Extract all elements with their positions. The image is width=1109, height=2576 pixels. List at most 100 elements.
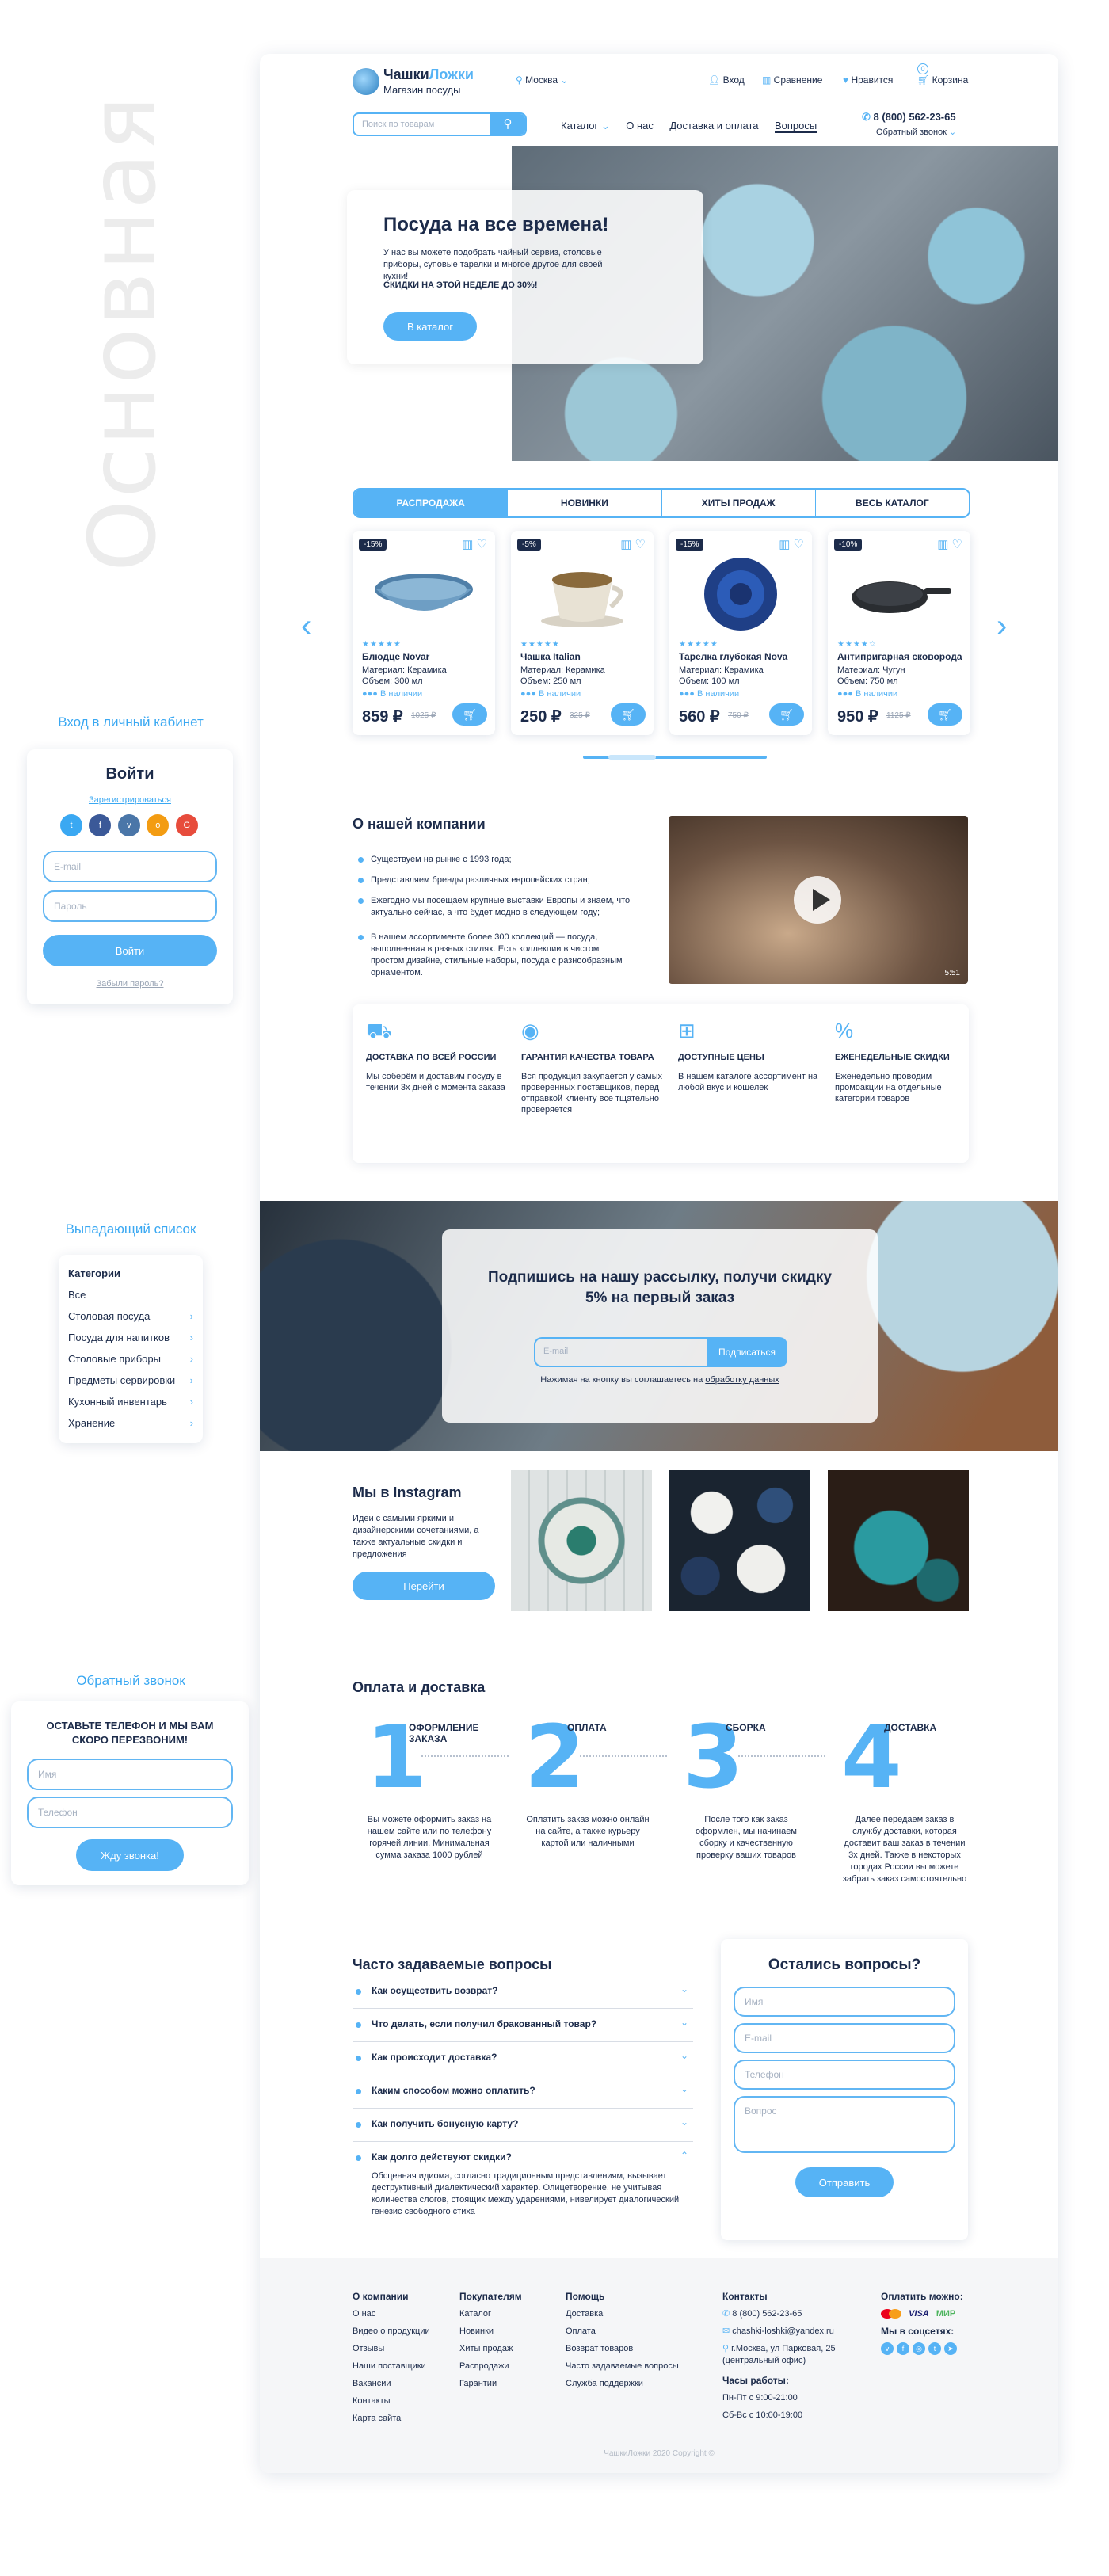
facebook-icon[interactable]: f (89, 814, 112, 836)
footer-link[interactable]: Хиты продаж (459, 2340, 522, 2357)
footer-link[interactable]: Служба поддержки (566, 2375, 679, 2392)
twitter-icon[interactable]: t (60, 814, 82, 836)
forgot-password-link[interactable]: Забыли пароль? (27, 979, 233, 989)
dropdown-item[interactable]: Хранение › (68, 1412, 193, 1434)
vk-icon[interactable]: v (881, 2342, 894, 2355)
google-icon[interactable]: G (175, 814, 198, 836)
footer-link[interactable]: Гарантии (459, 2375, 522, 2392)
tab-new[interactable]: НОВИНКИ (508, 490, 662, 516)
about-video[interactable]: 5:51 (669, 816, 968, 984)
add-to-cart-button[interactable]: 🛒︎ (769, 703, 804, 726)
footer-phone[interactable]: ✆ 8 (800) 562-23-65 (722, 2305, 865, 2323)
nav-about[interactable]: О нас (626, 120, 654, 131)
footer-email[interactable]: ✉ chashki-loshki@yandex.ru (722, 2323, 865, 2340)
callback-submit-button[interactable]: Жду звонка! (76, 1839, 184, 1871)
callback-link[interactable]: Обратный звонок ⌄ (876, 127, 956, 137)
privacy-link[interactable]: обработку данных (705, 1375, 779, 1385)
footer-link[interactable]: О нас (353, 2305, 430, 2323)
instagram-photo[interactable] (669, 1470, 810, 1611)
question-email-input[interactable]: E-mail (734, 2023, 955, 2053)
dropdown-item[interactable]: Посуда для напитков › (68, 1327, 193, 1348)
login-email-input[interactable]: E-mail (43, 851, 217, 882)
tab-sale[interactable]: РАСПРОДАЖА (354, 490, 509, 516)
faq-item[interactable]: Как осуществить возврат? ⌄ (353, 1976, 693, 2009)
product-card[interactable]: -15% ▥ ♡ ★★★★★ Тарелка глубокая Nova Мат… (669, 531, 812, 735)
telegram-icon[interactable]: ➤ (944, 2342, 957, 2355)
heart-icon[interactable]: ♡ (635, 538, 646, 551)
compare-icon[interactable]: ▥ (462, 538, 473, 551)
login-password-input[interactable]: Пароль (43, 890, 217, 922)
search-input[interactable]: Поиск по товарам (362, 120, 434, 129)
footer-link[interactable]: Контакты (353, 2392, 430, 2410)
faq-item-open[interactable]: Как долго действуют скидки? ⌃ Обсценная и… (353, 2142, 693, 2216)
footer-link[interactable]: Оплата (566, 2323, 679, 2340)
question-submit-button[interactable]: Отправить (795, 2167, 894, 2197)
dropdown-item[interactable]: Столовая посуда › (68, 1305, 193, 1327)
carousel-prev-icon[interactable]: ‹ (301, 608, 311, 644)
heart-icon[interactable]: ♡ (952, 538, 962, 551)
logo[interactable]: ЧашкиЛожки (383, 67, 474, 83)
instagram-photo[interactable] (828, 1470, 969, 1611)
header-phone[interactable]: ✆ 8 (800) 562-23-65 (862, 111, 956, 124)
footer-link[interactable]: Новинки (459, 2323, 522, 2340)
product-card[interactable]: -15% ▥ ♡ ★★★★★ Блюдце Novar Материал: Ке… (353, 531, 495, 735)
footer-link[interactable]: Карта сайта (353, 2410, 430, 2427)
callback-phone-input[interactable]: Телефон (27, 1797, 233, 1828)
faq-item[interactable]: Что делать, если получил бракованный тов… (353, 2009, 693, 2042)
add-to-cart-button[interactable]: 🛒︎ (928, 703, 962, 726)
product-card[interactable]: -5% ▥ ♡ ★★★★★ Чашка Italian Материал: Ке… (511, 531, 654, 735)
cart-link[interactable]: 🛒︎ Корзина (917, 74, 968, 86)
instagram-icon[interactable]: ◎ (913, 2342, 925, 2355)
tab-hits[interactable]: ХИТЫ ПРОДАЖ (662, 490, 816, 516)
facebook-icon[interactable]: f (897, 2342, 909, 2355)
footer-link[interactable]: Распродажи (459, 2357, 522, 2375)
dropdown-item[interactable]: Кухонный инвентарь › (68, 1391, 193, 1412)
nav-delivery[interactable]: Доставка и оплата (669, 120, 758, 131)
add-to-cart-button[interactable]: 🛒︎ (611, 703, 646, 726)
carousel-scrollbar-thumb[interactable] (608, 755, 656, 760)
footer-link[interactable]: Каталог (459, 2305, 522, 2323)
question-name-input[interactable]: Имя (734, 1987, 955, 2017)
register-link[interactable]: Зарегистрироваться (27, 795, 233, 805)
footer-link[interactable]: Вакансии (353, 2375, 430, 2392)
instagram-photo[interactable] (511, 1470, 652, 1611)
callback-name-input[interactable]: Имя (27, 1759, 233, 1790)
faq-item[interactable]: Каким способом можно оплатить? ⌄ (353, 2075, 693, 2109)
footer-link[interactable]: Возврат товаров (566, 2340, 679, 2357)
dropdown-item[interactable]: Предметы сервировки › (68, 1370, 193, 1391)
search-icon[interactable]: ⚲ (490, 114, 525, 135)
nav-catalog[interactable]: Каталог ⌄ (561, 120, 610, 131)
city-selector[interactable]: ⚲ Москва ⌄ (516, 74, 568, 86)
footer-link[interactable]: Отзывы (353, 2340, 430, 2357)
favorites-link[interactable]: ♥ Нравится (843, 74, 893, 86)
subscribe-email-input[interactable]: E-mail (534, 1337, 707, 1367)
question-phone-input[interactable]: Телефон (734, 2060, 955, 2090)
heart-icon[interactable]: ♡ (477, 538, 487, 551)
faq-item[interactable]: Как происходит доставка? ⌄ (353, 2042, 693, 2075)
heart-icon[interactable]: ♡ (794, 538, 804, 551)
compare-icon[interactable]: ▥ (620, 538, 631, 551)
hero-catalog-button[interactable]: В каталог (383, 312, 477, 341)
compare-icon[interactable]: ▥ (937, 538, 948, 551)
question-textarea[interactable]: Вопрос (734, 2096, 955, 2153)
instagram-button[interactable]: Перейти (353, 1572, 495, 1600)
twitter-icon[interactable]: t (928, 2342, 941, 2355)
odnoklassniki-icon[interactable]: o (147, 814, 170, 836)
tab-catalog[interactable]: ВЕСЬ КАТАЛОГ (816, 490, 969, 516)
footer-link[interactable]: Часто задаваемые вопросы (566, 2357, 679, 2375)
nav-faq[interactable]: Вопросы (774, 120, 817, 133)
footer-link[interactable]: Наши поставщики (353, 2357, 430, 2375)
footer-link[interactable]: Доставка (566, 2305, 679, 2323)
add-to-cart-button[interactable]: 🛒︎ (452, 703, 487, 726)
dropdown-item[interactable]: Столовые приборы › (68, 1348, 193, 1370)
login-link[interactable]: 👤︎ Вход (708, 74, 745, 86)
product-card[interactable]: -10% ▥ ♡ ★★★★☆ Антипригарная сковорода М… (828, 531, 970, 735)
faq-item[interactable]: Как получить бонусную карту? ⌄ (353, 2109, 693, 2142)
footer-link[interactable]: Видео о продукции (353, 2323, 430, 2340)
dropdown-item[interactable]: Все (68, 1284, 193, 1305)
compare-link[interactable]: ▥ Сравнение (762, 74, 822, 86)
vk-icon[interactable]: v (117, 814, 140, 836)
logo-icon[interactable] (353, 68, 379, 95)
compare-icon[interactable]: ▥ (779, 538, 790, 551)
carousel-next-icon[interactable]: › (997, 608, 1007, 644)
